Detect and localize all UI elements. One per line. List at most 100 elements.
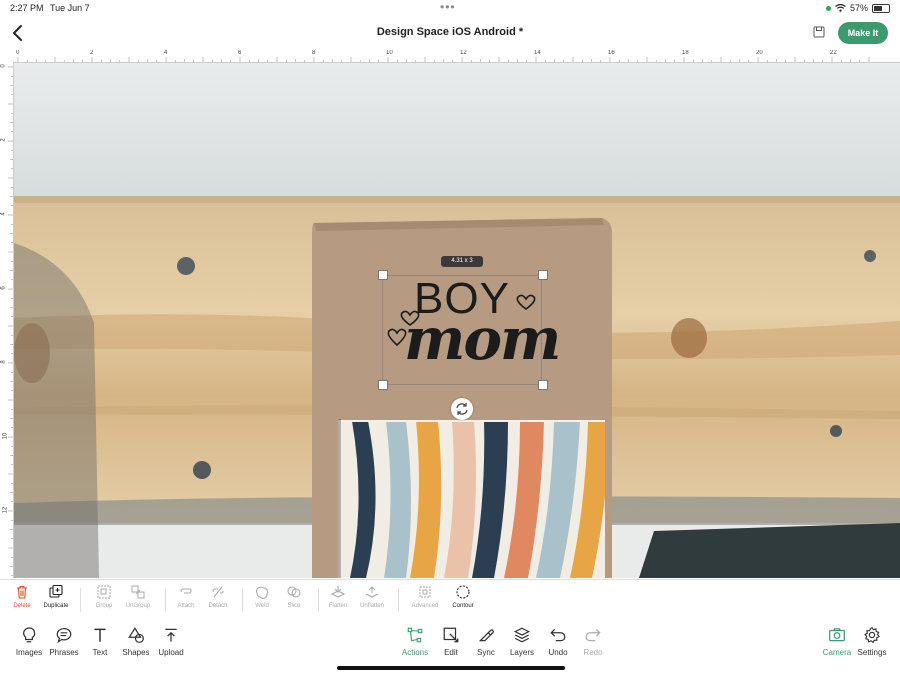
battery-percent: 57%	[849, 3, 868, 13]
tool-advanced[interactable]: Advanced	[405, 584, 445, 609]
upload-icon	[165, 628, 177, 642]
group-icon	[97, 585, 111, 599]
tool-label: Contour	[452, 603, 474, 609]
toolbar-divider	[80, 588, 81, 612]
undo-icon	[550, 628, 566, 642]
slice-icon	[287, 586, 301, 598]
tool-label: Detach	[208, 603, 228, 609]
nav-label: Upload	[158, 648, 184, 657]
toolbar-divider	[165, 588, 166, 612]
ruler-top-label: 2	[90, 50, 94, 56]
contour-icon	[456, 585, 470, 599]
resize-handle-bottom-left[interactable]	[378, 380, 388, 390]
trash-icon	[17, 585, 27, 599]
nav-label: Phrases	[49, 648, 79, 657]
tool-contour[interactable]: Contour	[443, 584, 483, 609]
gear-icon	[864, 626, 880, 644]
tool-label: Flatten	[328, 603, 348, 609]
wifi-icon	[835, 4, 846, 12]
toolbar-divider	[318, 588, 319, 612]
ruler-top-label: 4	[164, 50, 168, 56]
shapes-icon	[128, 627, 144, 643]
ruler-left-label: 6	[0, 286, 7, 290]
save-icon[interactable]	[813, 26, 825, 38]
ruler-left-label: 2	[0, 138, 7, 142]
tool-duplicate[interactable]: Duplicate	[36, 584, 76, 609]
weld-icon	[256, 586, 269, 599]
tool-label: Delete	[13, 603, 31, 609]
sync-icon	[478, 629, 494, 642]
ruler-left-label: 4	[0, 212, 7, 216]
design-canvas[interactable]: BOY mom 4.31 x 3	[14, 63, 900, 578]
duplicate-icon	[49, 584, 63, 598]
ruler-top-label: 12	[460, 50, 467, 56]
ruler-top-label: 18	[682, 50, 689, 56]
edit-toolbar: Delete Duplicate Group UnGroup Attach Detach W…	[0, 579, 900, 621]
ruler-left-label: 10	[2, 432, 9, 440]
nav-label: Layers	[509, 648, 534, 657]
selected-design[interactable]: BOY mom	[382, 275, 561, 385]
resize-handle-top-right[interactable]	[538, 270, 548, 280]
nav-label: Shapes	[122, 648, 150, 657]
redo-icon	[585, 628, 601, 642]
nav-label: Edit	[444, 648, 458, 657]
rotate-icon	[456, 403, 468, 415]
tool-label: UnGroup	[125, 603, 151, 609]
ruler-left-label: 0	[0, 64, 7, 68]
ruler-left-label: 8	[0, 360, 7, 364]
ruler-top-ticks	[17, 57, 870, 62]
nav-upload[interactable]: Upload	[149, 626, 193, 657]
status-bar: 2:27 PM Tue Jun 7 ••• 57%	[0, 0, 900, 16]
tool-label: Attach	[177, 603, 195, 609]
nav-redo[interactable]: Redo	[571, 626, 615, 657]
ruler-top-label: 16	[608, 50, 615, 56]
tool-label: Weld	[255, 603, 269, 609]
status-date: Tue Jun 7	[50, 3, 90, 13]
multitask-dots-icon[interactable]: •••	[440, 0, 456, 14]
tool-detach[interactable]: Detach	[198, 584, 238, 609]
speech-bubble-icon	[56, 627, 72, 644]
heart-icon	[387, 294, 536, 347]
camera-in-use-dot-icon	[825, 5, 831, 11]
ruler-top-label: 10	[386, 50, 393, 56]
text-icon	[94, 628, 106, 642]
resize-handle-top-left[interactable]	[378, 270, 388, 280]
rotate-handle[interactable]	[451, 398, 473, 420]
toolbar-divider	[398, 588, 399, 612]
nav-label: Undo	[548, 648, 568, 657]
home-indicator[interactable]	[337, 666, 565, 670]
battery-icon	[872, 3, 890, 13]
tool-label: Advanced	[411, 603, 439, 609]
lightbulb-icon	[22, 627, 36, 643]
ruler-top-label: 22	[830, 50, 837, 56]
nav-label: Redo	[583, 648, 603, 657]
flatten-icon	[330, 586, 346, 598]
edit-icon	[443, 627, 459, 643]
advanced-icon	[419, 586, 431, 598]
nav-label: Actions	[401, 648, 429, 657]
nav-label: Camera	[822, 648, 852, 657]
nav-settings[interactable]: Settings	[850, 626, 894, 657]
layers-icon	[513, 627, 531, 643]
make-it-button[interactable]: Make It	[838, 22, 888, 44]
tool-label: Slice	[287, 603, 301, 609]
tool-ungroup[interactable]: UnGroup	[118, 584, 158, 609]
ungroup-icon	[131, 585, 145, 599]
title-bar: Design Space iOS Android * Make It	[0, 16, 900, 50]
detach-icon	[212, 586, 224, 598]
status-time: 2:27 PM	[10, 3, 44, 13]
tool-unflatten[interactable]: Unflatten	[352, 584, 392, 609]
size-badge: 4.31 x 3	[441, 256, 483, 267]
toolbar-divider	[242, 588, 243, 612]
tool-slice[interactable]: Slice	[274, 584, 314, 609]
ruler-top-label: 0	[16, 50, 20, 56]
project-title: Design Space iOS Android *	[376, 26, 524, 38]
ruler-top-label: 14	[534, 50, 541, 56]
attach-icon	[180, 588, 192, 594]
resize-handle-bottom-right[interactable]	[538, 380, 548, 390]
tool-label: Group	[95, 603, 113, 609]
nav-label: Images	[15, 648, 43, 657]
ruler-top-label: 20	[756, 50, 763, 56]
ruler-left: 0 2 4 6 8 10 12	[0, 62, 14, 578]
nav-label: Sync	[477, 648, 495, 657]
